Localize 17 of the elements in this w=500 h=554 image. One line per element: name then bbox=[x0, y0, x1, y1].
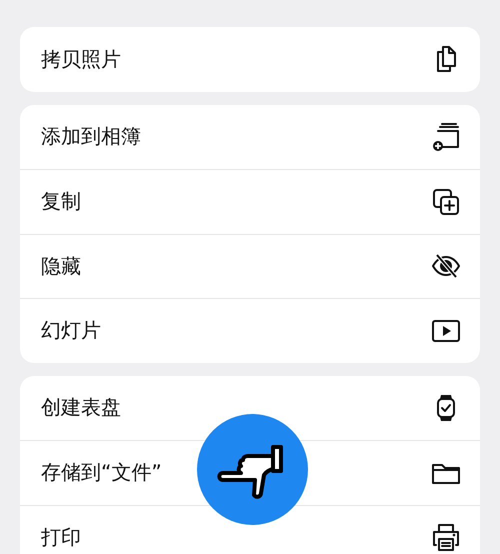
menu-item-label: 打印 bbox=[41, 524, 81, 551]
menu-item-label: 隐藏 bbox=[41, 252, 81, 280]
menu-item-label: 创建表盘 bbox=[41, 394, 121, 422]
menu-item[interactable]: 添加到相簿 bbox=[20, 104, 480, 169]
printer-icon bbox=[430, 521, 462, 554]
menu-item[interactable]: 复制 bbox=[20, 169, 480, 234]
menu-item-label: 存储到“文件” bbox=[41, 459, 162, 486]
thumbs-down-icon bbox=[197, 414, 308, 525]
menu-item-label: 幻灯片 bbox=[41, 317, 101, 344]
menu-item-label: 拷贝照片 bbox=[41, 46, 121, 73]
menu-item[interactable]: 幻灯片 bbox=[20, 298, 480, 362]
menu-item-label: 添加到相簿 bbox=[41, 123, 141, 150]
add-to-album-icon bbox=[430, 120, 462, 153]
menu-item-label: 复制 bbox=[41, 188, 81, 216]
menu-item[interactable]: 拷贝照片 bbox=[20, 27, 480, 92]
menu-item[interactable]: 隐藏 bbox=[20, 234, 480, 298]
menu-item[interactable]: 创建表盘 bbox=[20, 376, 480, 440]
